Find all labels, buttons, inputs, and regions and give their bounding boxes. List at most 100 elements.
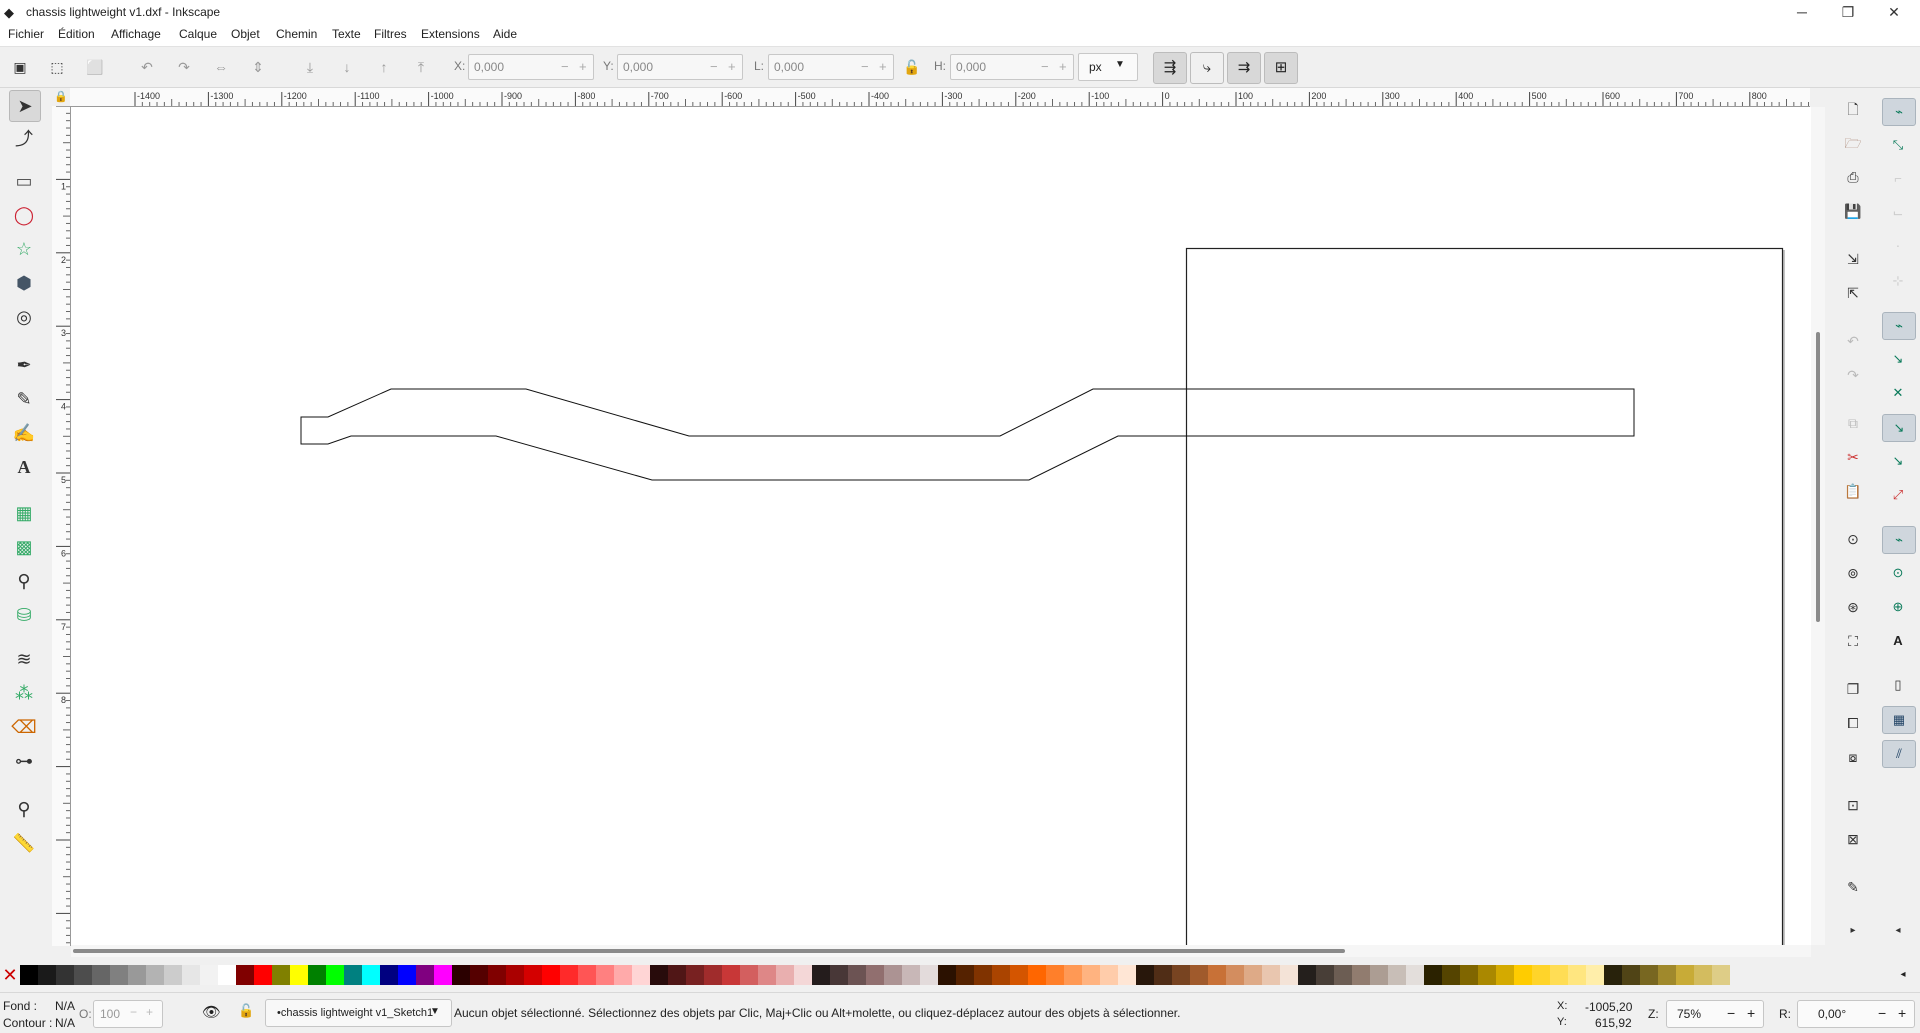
deselect-icon[interactable]: ⬜ [85, 57, 105, 77]
color-swatch[interactable] [1676, 965, 1694, 985]
color-swatch[interactable] [1334, 965, 1352, 985]
color-swatch[interactable] [722, 965, 740, 985]
color-swatch[interactable] [740, 965, 758, 985]
star-tool-icon[interactable]: ☆ [9, 234, 39, 264]
current-layer-select[interactable]: •chassis lightweight v1_Sketch1 ▼ [265, 999, 452, 1027]
color-swatch[interactable] [1028, 965, 1046, 985]
width-value[interactable]: 0,000 [774, 60, 804, 74]
color-swatch[interactable] [1532, 965, 1550, 985]
color-swatch[interactable] [938, 965, 956, 985]
unit-select[interactable]: px ▼ [1078, 53, 1138, 81]
color-swatch[interactable] [452, 965, 470, 985]
color-swatch[interactable] [1550, 965, 1568, 985]
color-swatch[interactable] [1352, 965, 1370, 985]
color-swatch[interactable] [1226, 965, 1244, 985]
color-swatch[interactable] [1658, 965, 1676, 985]
new-document-icon[interactable]: 🗋 [1842, 98, 1864, 120]
color-swatch[interactable] [74, 965, 92, 985]
width-decrement-icon[interactable]: − [861, 59, 869, 74]
menu-objet[interactable]: Objet [231, 27, 260, 41]
color-swatch[interactable] [1136, 965, 1154, 985]
color-swatch[interactable] [560, 965, 578, 985]
color-swatch[interactable] [1046, 965, 1064, 985]
color-swatch[interactable] [182, 965, 200, 985]
color-swatch[interactable] [488, 965, 506, 985]
color-swatch[interactable] [110, 965, 128, 985]
lower-icon[interactable]: ↓ [337, 57, 357, 77]
color-swatch[interactable] [1118, 965, 1136, 985]
snap-bbox-edge-icon[interactable]: ⌐ [1882, 166, 1914, 192]
color-swatch[interactable] [1154, 965, 1172, 985]
undo-icon[interactable]: ↶ [1842, 330, 1864, 352]
color-swatch[interactable] [686, 965, 704, 985]
zoom-out-icon[interactable]: − [1727, 1005, 1735, 1021]
node-tool-icon[interactable]: ⤴ [9, 124, 39, 154]
opacity-decrement-icon[interactable]: − [130, 1005, 137, 1019]
snap-grids-icon[interactable]: ▦ [1882, 706, 1916, 734]
color-swatch[interactable] [902, 965, 920, 985]
more-commands-icon[interactable]: ▸ [1842, 920, 1864, 942]
y-decrement-icon[interactable]: − [710, 59, 718, 74]
color-swatch[interactable] [362, 965, 380, 985]
height-field[interactable]: H: 0,000 − + [934, 53, 1074, 80]
color-swatch[interactable] [1442, 965, 1460, 985]
mesh-tool-icon[interactable]: ▩ [9, 532, 39, 562]
color-swatch[interactable] [272, 965, 290, 985]
snap-nodes-icon[interactable]: ⌁ [1882, 312, 1916, 340]
connector-tool-icon[interactable]: ⊶ [9, 746, 39, 776]
color-swatch[interactable] [866, 965, 884, 985]
color-swatch[interactable] [1262, 965, 1280, 985]
fill-value[interactable]: N/A [55, 999, 75, 1013]
chassis-sketch-path[interactable] [300, 388, 1635, 481]
x-increment-icon[interactable]: + [579, 59, 587, 74]
rotate-cw-icon[interactable]: ↷ [174, 57, 194, 77]
snap-toggle-icon[interactable]: ⌁ [1882, 98, 1916, 126]
color-swatch[interactable] [614, 965, 632, 985]
ellipse-tool-icon[interactable]: ◯ [9, 200, 39, 230]
zoom-drawing-icon[interactable]: ⊚ [1842, 562, 1864, 584]
color-swatch[interactable] [20, 965, 38, 985]
horizontal-scrollbar[interactable] [71, 945, 1811, 957]
snap-more-icon[interactable]: ◂ [1882, 918, 1914, 944]
spiral-tool-icon[interactable]: ◎ [9, 302, 39, 332]
rotate-ccw-icon[interactable]: ↶ [137, 57, 157, 77]
height-decrement-icon[interactable]: − [1041, 59, 1049, 74]
text-tool-icon[interactable]: A [9, 452, 39, 482]
color-swatch[interactable] [218, 965, 236, 985]
color-swatch[interactable] [128, 965, 146, 985]
vertical-scroll-thumb[interactable] [1816, 332, 1820, 622]
color-swatch[interactable] [380, 965, 398, 985]
gradient-tool-icon[interactable]: ▦ [9, 498, 39, 528]
color-swatch[interactable] [38, 965, 56, 985]
color-swatch[interactable] [1586, 965, 1604, 985]
height-value[interactable]: 0,000 [956, 60, 986, 74]
color-swatch[interactable] [1082, 965, 1100, 985]
color-swatch[interactable] [1388, 965, 1406, 985]
zoom-selection-icon[interactable]: ⊙ [1842, 528, 1864, 550]
color-swatch[interactable] [200, 965, 218, 985]
snap-text-baseline-icon[interactable]: A [1882, 628, 1914, 654]
color-swatch[interactable] [848, 965, 866, 985]
lock-ratio-icon[interactable]: 🔓 [902, 57, 922, 77]
opacity-value[interactable]: 100 [100, 1007, 120, 1021]
snap-line-midpoint-icon[interactable]: ⤢ [1882, 482, 1914, 508]
color-swatch[interactable] [92, 965, 110, 985]
select-all-icon[interactable]: ▣ [10, 57, 30, 77]
close-button[interactable]: ✕ [1872, 2, 1916, 22]
vertical-ruler[interactable]: 1 2 3 4 5 6 7 8 [52, 105, 71, 980]
color-swatch[interactable] [956, 965, 974, 985]
tweak-tool-icon[interactable]: ≋ [9, 644, 39, 674]
rotation-value[interactable]: 0,00° [1818, 1007, 1846, 1021]
rotation-spinner[interactable]: 0,00° − + [1797, 1000, 1915, 1028]
zoom-page-width-icon[interactable]: ⛶ [1842, 630, 1864, 652]
color-swatch[interactable] [1424, 965, 1442, 985]
menu-extensions[interactable]: Extensions [421, 27, 480, 41]
color-swatch[interactable] [578, 965, 596, 985]
snap-smooth-nodes-icon[interactable]: ↘ [1882, 448, 1914, 474]
color-swatch[interactable] [668, 965, 686, 985]
menu-edition[interactable]: Édition [58, 27, 95, 41]
layer-lock-icon[interactable]: 🔓 [238, 1003, 254, 1019]
snap-bbox-icon[interactable]: ⤡ [1882, 132, 1914, 158]
width-increment-icon[interactable]: + [879, 59, 887, 74]
color-swatch[interactable] [56, 965, 74, 985]
